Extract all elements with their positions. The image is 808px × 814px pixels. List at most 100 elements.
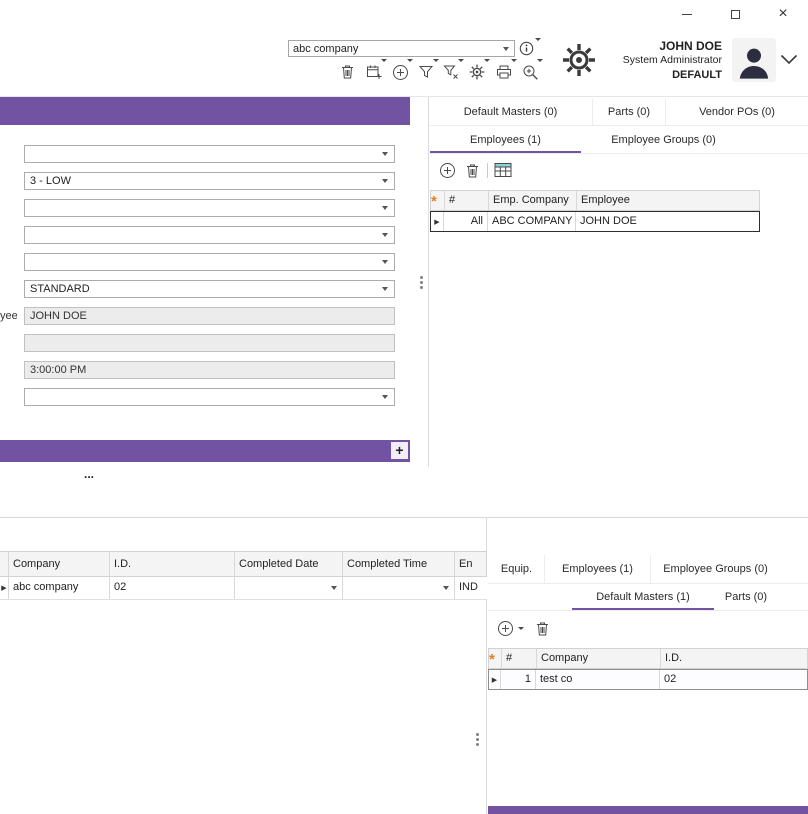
user-profile: DEFAULT: [602, 69, 722, 81]
dropdown-arrow-icon[interactable]: [382, 179, 388, 183]
rt-grid-view-icon[interactable]: [494, 162, 512, 178]
search-zoom-icon[interactable]: [522, 64, 539, 81]
rt-col-emp-company[interactable]: Emp. Company: [489, 191, 577, 210]
row-selector-icon: [431, 212, 444, 231]
add-circle-icon[interactable]: [392, 64, 409, 81]
br-tab-default-masters[interactable]: Default Masters (1): [570, 585, 716, 610]
bl-col-company[interactable]: Company: [9, 552, 110, 576]
splitter-handle-bottom[interactable]: [476, 731, 479, 748]
combo-field-3[interactable]: [24, 226, 395, 244]
bl-table-row[interactable]: abc company 02 IND: [0, 577, 487, 600]
calendar-add-icon[interactable]: [366, 64, 382, 80]
rt-trash-icon[interactable]: [465, 163, 480, 179]
priority-combo-value: 3 - LOW: [30, 175, 71, 187]
rt-tab-vendor-pos[interactable]: Vendor POs (0): [665, 99, 808, 125]
filter-caret-icon: [433, 59, 439, 62]
br-col-id[interactable]: I.D.: [661, 649, 807, 668]
rt-tabs2-divider: [429, 153, 808, 154]
chevron-down-icon[interactable]: [780, 54, 798, 65]
priority-combo[interactable]: 3 - LOW: [24, 172, 395, 190]
filter-icon[interactable]: [418, 64, 434, 80]
br-cell-num: 1: [501, 670, 536, 689]
active-row-star-icon: [431, 191, 445, 210]
search-input[interactable]: [289, 41, 497, 56]
printer-caret-icon: [511, 59, 517, 62]
rt-tabs1-divider: [429, 125, 808, 126]
br-tab-employee-groups[interactable]: Employee Groups (0): [650, 555, 780, 583]
br-tabs1-divider: [488, 583, 808, 584]
app-window: { "accent_color": "#7253a2", "star_color…: [0, 0, 808, 814]
cut-field-label: yee: [0, 310, 17, 322]
rt-add-circle-icon[interactable]: [439, 162, 456, 179]
settings-small-icon[interactable]: [469, 64, 485, 80]
close-icon: [778, 6, 787, 22]
rt-tab-parts[interactable]: Parts (0): [592, 99, 665, 125]
bl-col-completed-time[interactable]: Completed Time: [343, 552, 455, 576]
br-col-num[interactable]: #: [502, 649, 537, 668]
rt-tab-employees[interactable]: Employees (1): [429, 127, 582, 153]
dropdown-arrow-icon[interactable]: [382, 395, 388, 399]
bl-cell-completed-time[interactable]: [343, 577, 455, 599]
rt-cell-num: All: [444, 212, 488, 231]
rt-col-num[interactable]: #: [445, 191, 489, 210]
rt-tab-employee-groups[interactable]: Employee Groups (0): [582, 127, 745, 153]
user-role: System Administrator: [602, 54, 722, 66]
br-add-caret-icon[interactable]: [518, 627, 524, 630]
br-col-company[interactable]: Company: [537, 649, 661, 668]
br-tab-equip[interactable]: Equip.: [489, 555, 544, 583]
printer-icon[interactable]: [496, 64, 512, 80]
dropdown-arrow-icon[interactable]: [443, 586, 449, 590]
br-table-header: # Company I.D.: [488, 648, 808, 669]
close-button[interactable]: [760, 0, 806, 28]
settings-caret-icon: [484, 59, 490, 62]
filter-clear-icon[interactable]: [443, 64, 459, 80]
bottom-section-divider: [0, 517, 808, 518]
employee-field: JOHN DOE: [24, 307, 395, 325]
dropdown-arrow-icon[interactable]: [382, 233, 388, 237]
rt-table-header: # Emp. Company Employee: [430, 190, 760, 211]
bl-col-id[interactable]: I.D.: [110, 552, 235, 576]
active-row-star-icon: [489, 649, 502, 668]
user-avatar[interactable]: [732, 38, 776, 82]
info-icon[interactable]: [519, 41, 534, 56]
rt-table-row[interactable]: All ABC COMPANY JOHN DOE: [430, 211, 760, 232]
dropdown-arrow-icon[interactable]: [382, 206, 388, 210]
rt-tab-default-masters[interactable]: Default Masters (0): [429, 99, 592, 125]
dropdown-arrow-icon[interactable]: [382, 260, 388, 264]
bl-cell-completed-date[interactable]: [235, 577, 343, 599]
dropdown-arrow-icon[interactable]: [382, 152, 388, 156]
combo-field-2[interactable]: [24, 199, 395, 217]
settings-gear-icon[interactable]: [561, 42, 597, 78]
maximize-button[interactable]: [712, 0, 758, 28]
add-caret-icon: [407, 59, 413, 62]
combo-field-4[interactable]: [24, 253, 395, 271]
br-tab-parts[interactable]: Parts (0): [716, 585, 776, 610]
person-icon: [734, 42, 774, 82]
form-header-bar: [0, 97, 410, 125]
rt-col-employee[interactable]: Employee: [577, 191, 759, 210]
bl-col-en[interactable]: En: [455, 552, 486, 576]
br-tab-employees[interactable]: Employees (1): [544, 555, 650, 583]
dropdown-arrow-icon[interactable]: [331, 586, 337, 590]
br-table-row[interactable]: 1 test co 02: [488, 669, 808, 690]
br-add-circle-icon[interactable]: [497, 620, 514, 637]
bl-col-completed-date[interactable]: Completed Date: [235, 552, 343, 576]
time-field[interactable]: 3:00:00 PM: [24, 361, 395, 379]
section-add-button[interactable]: +: [391, 442, 408, 459]
type-combo[interactable]: STANDARD: [24, 280, 395, 298]
splitter-handle[interactable]: [420, 274, 423, 291]
rt-cell-employee: JOHN DOE: [576, 212, 759, 231]
search-zoom-caret-icon: [537, 59, 543, 62]
bl-col-selector: [0, 552, 9, 576]
dropdown-arrow-icon[interactable]: [382, 287, 388, 291]
minimize-button[interactable]: [664, 0, 710, 28]
combo-field-0[interactable]: [24, 145, 395, 163]
search-dropdown-arrow-icon[interactable]: [503, 47, 509, 51]
user-name: JOHN DOE: [602, 39, 722, 53]
search-combobox[interactable]: [288, 40, 515, 57]
br-trash-icon[interactable]: [535, 621, 550, 637]
combo-field-9[interactable]: [24, 388, 395, 406]
text-field-7: [24, 334, 395, 352]
trash-icon[interactable]: [340, 64, 355, 80]
section-header-bar: [0, 440, 410, 462]
